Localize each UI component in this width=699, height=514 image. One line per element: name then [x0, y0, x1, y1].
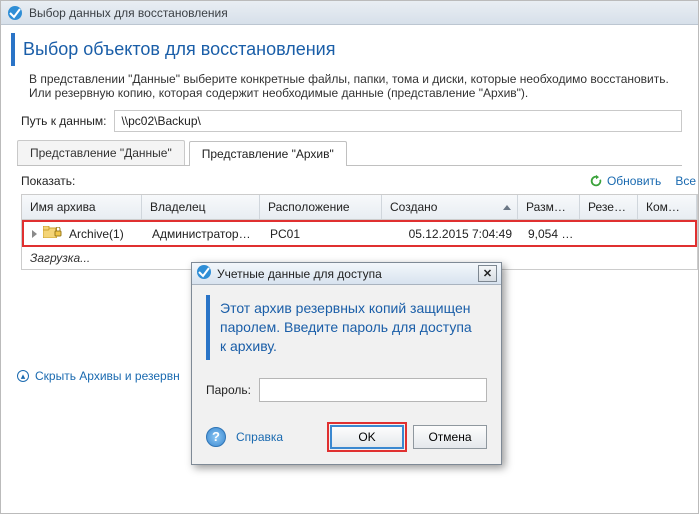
- refresh-icon: [589, 174, 603, 188]
- dialog-body: Этот архив резервных копий защищен парол…: [192, 285, 501, 464]
- data-path-field[interactable]: \\pc02\Backup\: [114, 110, 682, 132]
- filter-row: Показать: Обновить Все: [21, 174, 698, 188]
- page-description: В представлении "Данные" выберите конкре…: [29, 72, 682, 100]
- show-all-link[interactable]: Все: [675, 174, 696, 188]
- table-row[interactable]: Archive(1) Администратор@P... PC01 05.12…: [22, 220, 697, 247]
- archive-icon: [43, 226, 62, 238]
- cell-backup: [582, 230, 640, 238]
- expand-arrow-icon[interactable]: [32, 230, 37, 238]
- app-icon: [7, 5, 23, 21]
- col-size[interactable]: Размер ...: [518, 195, 580, 219]
- col-created[interactable]: Создано: [382, 195, 518, 219]
- archive-table: Имя архива Владелец Расположение Создано…: [21, 194, 698, 270]
- col-owner[interactable]: Владелец: [142, 195, 260, 219]
- tab-archive-view[interactable]: Представление "Архив": [189, 141, 347, 166]
- help-icon[interactable]: ?: [206, 427, 226, 447]
- data-path-value: \\pc02\Backup\: [121, 114, 200, 128]
- col-comment[interactable]: Комментари: [638, 195, 697, 219]
- dialog-footer: ? Справка OK Отмена: [206, 422, 487, 452]
- password-input[interactable]: [259, 378, 487, 402]
- refresh-label: Обновить: [607, 174, 661, 188]
- cell-location: PC01: [262, 223, 384, 245]
- table-header: Имя архива Владелец Расположение Создано…: [22, 195, 697, 220]
- ok-button-highlight: OK: [327, 422, 407, 452]
- col-archive-name[interactable]: Имя архива: [22, 195, 142, 219]
- dialog-title: Учетные данные для доступа: [217, 267, 382, 281]
- collapse-icon: ▴: [17, 370, 29, 382]
- hide-archives-label: Скрыть Архивы и резервн: [35, 369, 180, 383]
- table-actions: Обновить Все: [589, 174, 696, 188]
- cell-comment: [640, 230, 695, 238]
- refresh-button[interactable]: Обновить: [589, 174, 661, 188]
- password-row: Пароль:: [206, 378, 487, 402]
- view-tabs: Представление "Данные" Представление "Ар…: [17, 140, 682, 166]
- cell-owner: Администратор@P...: [144, 223, 262, 245]
- credentials-dialog: Учетные данные для доступа ✕ Этот архив …: [191, 262, 502, 465]
- cell-size: 9,054 ГБ: [520, 223, 582, 245]
- window-titlebar: Выбор данных для восстановления: [1, 1, 698, 25]
- col-location[interactable]: Расположение: [260, 195, 382, 219]
- close-icon: ✕: [483, 267, 492, 280]
- col-backup[interactable]: Резервн...: [580, 195, 638, 219]
- cell-created: 05.12.2015 7:04:49: [384, 223, 520, 245]
- tab-data-view[interactable]: Представление "Данные": [17, 140, 185, 165]
- ok-button[interactable]: OK: [330, 425, 404, 449]
- cell-archive-name-text: Archive(1): [69, 227, 124, 241]
- cell-archive-name: Archive(1): [24, 222, 144, 245]
- show-label: Показать:: [21, 174, 75, 188]
- dialog-app-icon: [196, 264, 212, 283]
- recovery-wizard-window: Выбор данных для восстановления Выбор об…: [0, 0, 699, 514]
- page-title: Выбор объектов для восстановления: [11, 33, 688, 66]
- dialog-close-button[interactable]: ✕: [478, 265, 497, 282]
- dialog-titlebar: Учетные данные для доступа ✕: [192, 263, 501, 285]
- window-title: Выбор данных для восстановления: [29, 6, 228, 20]
- dialog-message: Этот архив резервных копий защищен парол…: [206, 295, 487, 360]
- data-path-row: Путь к данным: \\pc02\Backup\: [21, 110, 682, 132]
- hide-archives-link[interactable]: ▴ Скрыть Архивы и резервн: [17, 369, 180, 383]
- cancel-button[interactable]: Отмена: [413, 425, 487, 449]
- password-label: Пароль:: [206, 383, 251, 397]
- data-path-label: Путь к данным:: [21, 114, 106, 128]
- help-link[interactable]: Справка: [232, 430, 283, 444]
